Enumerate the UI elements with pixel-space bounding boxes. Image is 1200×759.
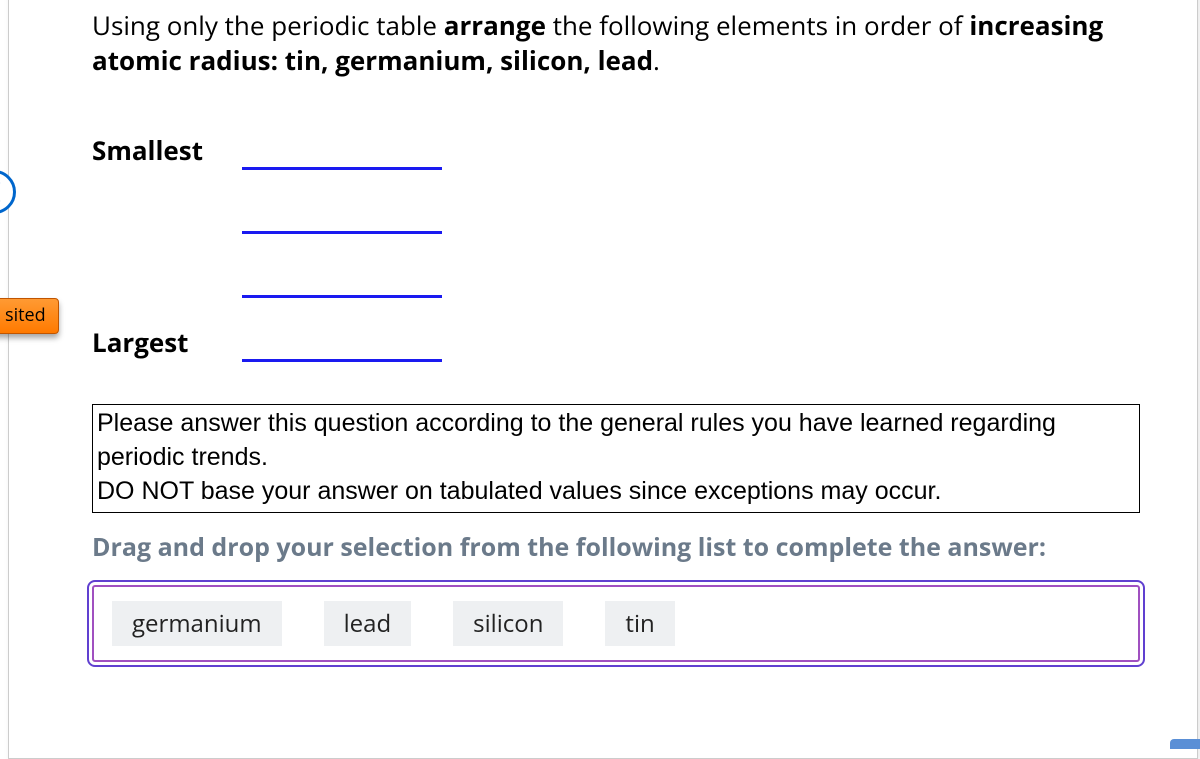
scrollbar-corner[interactable]	[1170, 739, 1200, 749]
hint-line-2: DO NOT base your answer on tabulated val…	[97, 475, 1133, 509]
question-suffix: .	[653, 42, 660, 78]
chevron-left-icon	[0, 181, 3, 203]
question-prompt: Using only the periodic table arrange th…	[92, 8, 1140, 78]
chips-container: germanium lead silicon tin	[92, 585, 1140, 662]
largest-label: Largest	[92, 324, 240, 362]
question-mid: the following elements in order of	[546, 7, 969, 43]
chip-silicon[interactable]: silicon	[453, 601, 563, 646]
question-bold-arrange: arrange	[444, 7, 546, 43]
smallest-label: Smallest	[92, 132, 240, 170]
chip-germanium[interactable]: germanium	[112, 601, 282, 646]
chip-lead[interactable]: lead	[324, 601, 412, 646]
drop-slot-1[interactable]	[242, 138, 442, 170]
drag-instruction: Drag and drop your selection from the fo…	[92, 531, 1140, 565]
drop-slot-4[interactable]	[242, 330, 442, 362]
drop-slot-2[interactable]	[242, 202, 442, 234]
sited-tag[interactable]: sited	[0, 298, 59, 334]
drop-slot-3[interactable]	[242, 266, 442, 298]
hint-line-1: Please answer this question according to…	[97, 407, 1133, 475]
chip-tin[interactable]: tin	[605, 601, 674, 646]
answer-area: Smallest . . Largest	[92, 132, 1140, 362]
hint-box: Please answer this question according to…	[92, 404, 1140, 513]
question-prefix: Using only the periodic table	[92, 7, 444, 43]
